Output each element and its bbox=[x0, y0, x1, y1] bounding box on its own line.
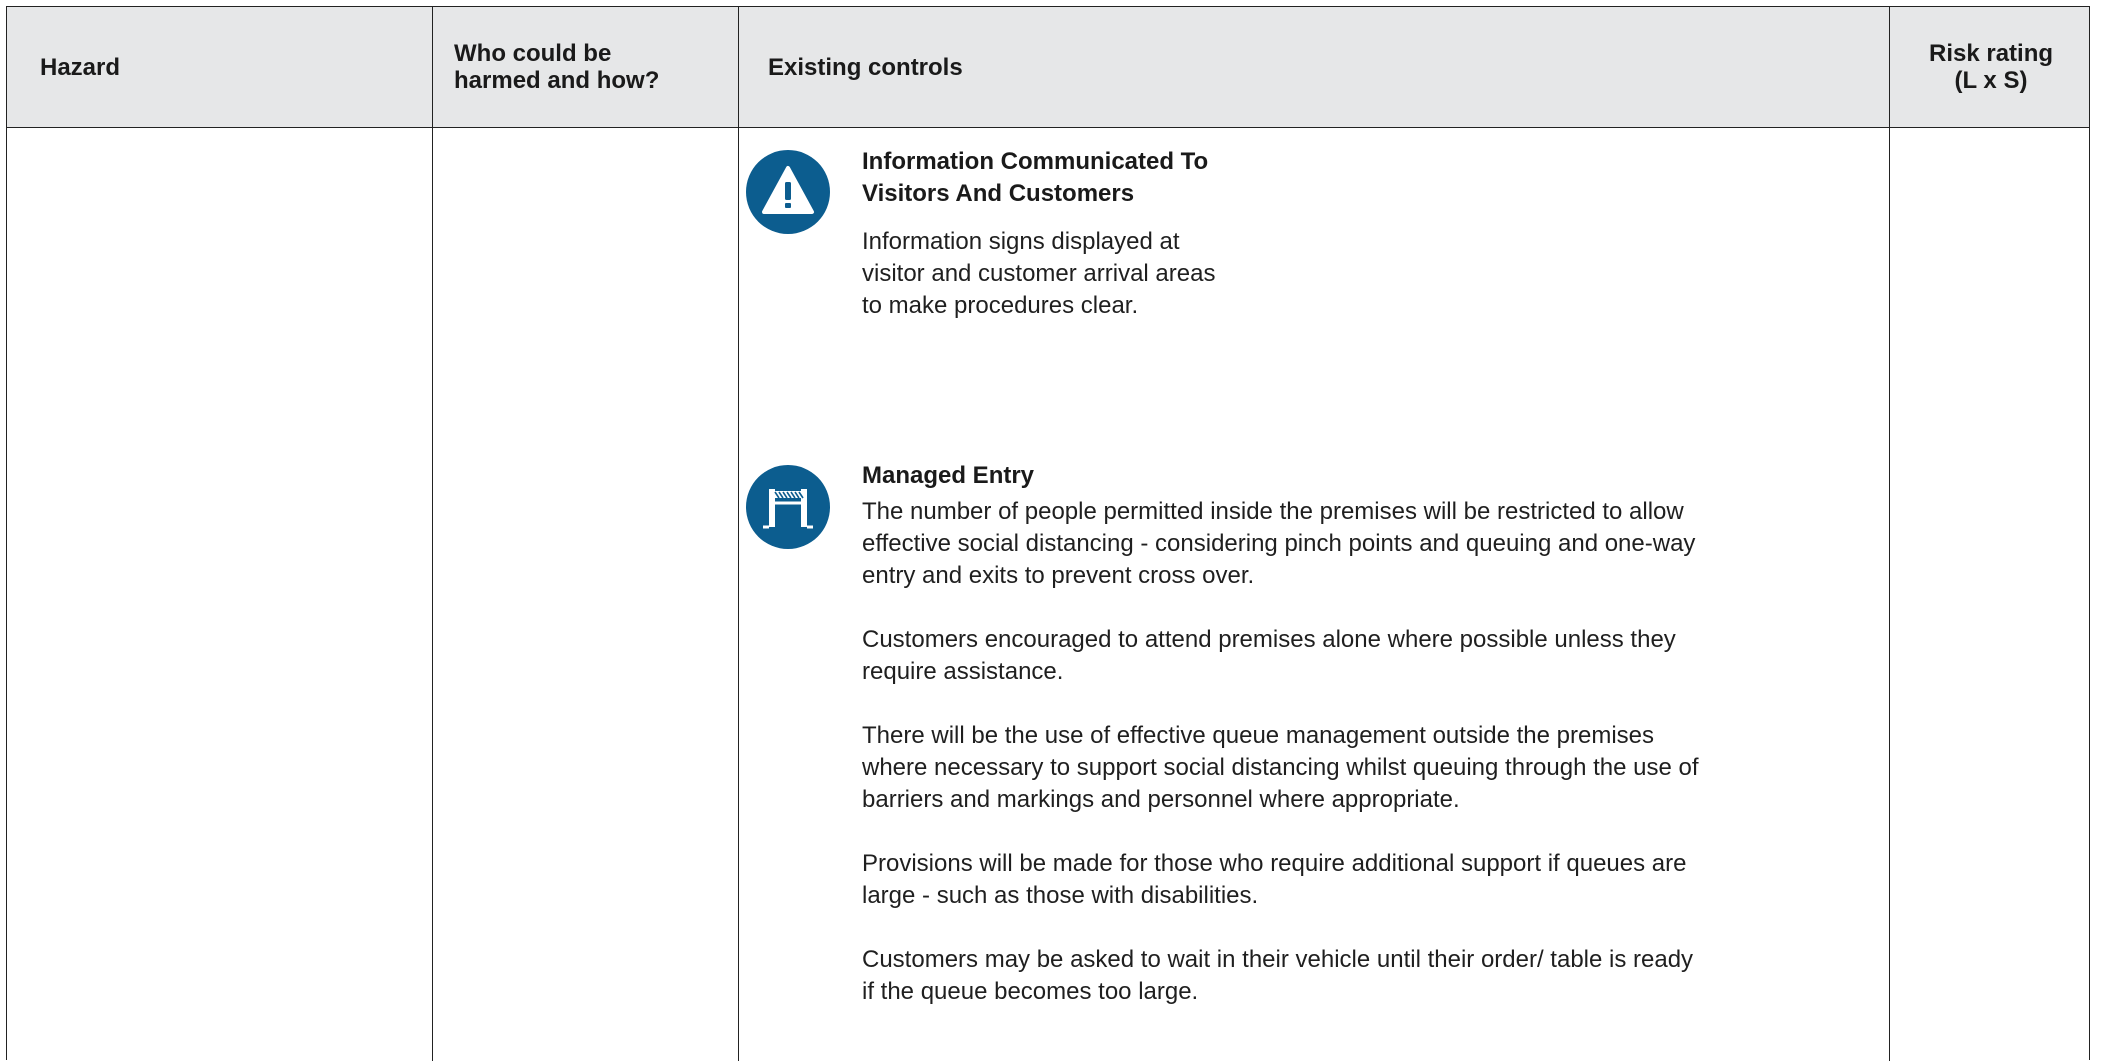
header-hazard: Hazard bbox=[40, 53, 121, 81]
header-risk-rating: Risk rating (L x S) bbox=[1928, 40, 2054, 94]
control-title: Managed Entry bbox=[862, 462, 1035, 489]
control-paragraph: The number of people permitted inside th… bbox=[862, 498, 1696, 589]
barrier-gate-icon bbox=[746, 465, 830, 549]
control-paragraph: Customers may be asked to wait in their … bbox=[862, 946, 1694, 1005]
control-description: The number of people permitted inside th… bbox=[862, 496, 1882, 1040]
risk-assessment-table: Hazard Who could be harmed and how? Exis… bbox=[6, 6, 2090, 1061]
warning-icon bbox=[746, 150, 830, 234]
control-paragraph: Customers encouraged to attend premises … bbox=[862, 626, 1676, 685]
control-title: Information Communicated To Visitors And… bbox=[862, 148, 1209, 207]
risk-rating-cell bbox=[1890, 128, 2089, 1058]
control-paragraph: Provisions will be made for those who re… bbox=[862, 850, 1687, 909]
table-header-row: Hazard Who could be harmed and how? Exis… bbox=[7, 7, 2089, 128]
control-description: Information signs displayed at visitor a… bbox=[862, 228, 1216, 319]
header-existing-controls: Existing controls bbox=[768, 53, 963, 81]
hazard-cell bbox=[7, 128, 432, 1058]
control-paragraph: There will be the use of effective queue… bbox=[862, 722, 1699, 813]
header-who-could-be-harmed: Who could be harmed and how? bbox=[454, 40, 660, 94]
column-divider bbox=[738, 7, 739, 1061]
who-harmed-cell bbox=[433, 128, 738, 1058]
